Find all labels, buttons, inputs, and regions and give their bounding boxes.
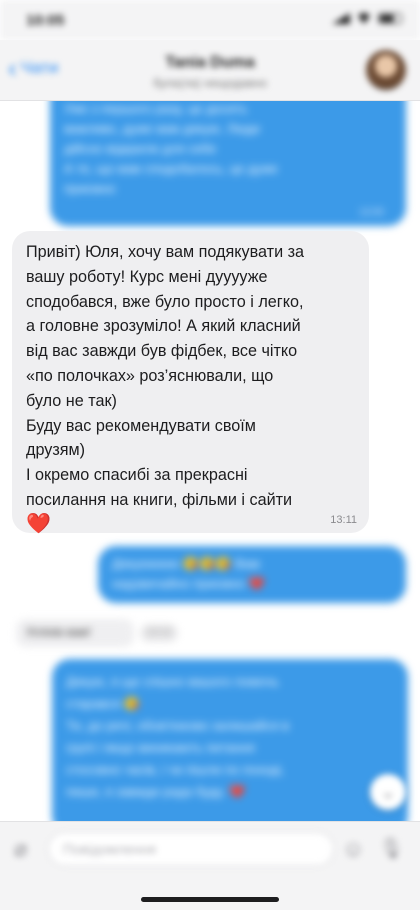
message-line: друзям) <box>26 441 86 460</box>
contact-name[interactable]: Tania Duma <box>0 54 420 72</box>
message-incoming[interactable]: Привіт) Юля, хочу вам подякувати за вашу… <box>12 231 371 535</box>
message-line: Буду вас рекомендувати своїм <box>26 416 256 435</box>
battery-icon <box>378 13 402 24</box>
message-input[interactable]: Повідомлення <box>48 832 334 866</box>
avatar[interactable] <box>366 50 406 90</box>
message-line: а головне зрозуміло! А який класний <box>26 317 301 336</box>
message-text: Привіт) Юля, хочу вам подякувати за вашу… <box>26 240 371 535</box>
message-incoming[interactable]: Успіхів вам! <box>16 619 134 647</box>
message-line: І окремо спасибі за прекрасні <box>26 466 248 485</box>
wifi-icon <box>356 13 372 24</box>
message-time: 13:05 <box>358 207 384 218</box>
home-indicator[interactable] <box>141 897 279 902</box>
message-line: посилання на книги, фільми і сайти <box>26 490 293 509</box>
message-text: Уже з першого разу, це досить важливо, д… <box>64 101 278 196</box>
message-line: було не так) <box>26 391 117 410</box>
message-time: 13:12 <box>140 624 178 642</box>
microphone-icon[interactable]: 🎙 <box>379 836 404 861</box>
message-text: Успіхів вам! <box>26 625 91 639</box>
signal-icon <box>332 13 350 24</box>
heart-icon: ❤️ <box>26 512 51 535</box>
message-text: Дякуюююю 😘😘😘 Вам надзвичайно приємно ❤️ <box>112 556 265 591</box>
message-input-placeholder: Повідомлення <box>63 841 156 857</box>
message-line: від вас завжди був фідбек, все чітко <box>26 342 298 361</box>
input-bar: ⌀ Повідомлення ☺ 🎙 <box>0 821 420 910</box>
chat-area[interactable]: Уже з першого разу, це досить важливо, д… <box>0 101 420 821</box>
chevron-down-icon: ⌄ <box>380 782 396 802</box>
message-outgoing[interactable]: Уже з першого разу, це досить важливо, д… <box>50 101 406 226</box>
chat-header: ‹ Чати Tania Duma була(ла) нещодавно <box>0 40 420 101</box>
status-time: 10:05 <box>26 12 65 29</box>
message-line: вашу роботу! Курс мені дууууже <box>26 267 268 286</box>
scroll-down-button[interactable]: ⌄ <box>370 774 406 810</box>
message-outgoing[interactable]: Дякуюююю 😘😘😘 Вам надзвичайно приємно ❤️ <box>98 546 406 603</box>
message-line: Привіт) Юля, хочу вам подякувати за <box>26 243 305 261</box>
message-line: «по полочках» роз’яснювали, що <box>26 366 274 385</box>
sticker-icon[interactable]: ☺ <box>342 836 364 862</box>
message-time: 13:11 <box>330 514 357 526</box>
status-icons <box>332 13 402 24</box>
status-bar: 10:05 <box>0 0 420 40</box>
contact-status: була(ла) нещодавно <box>153 76 267 90</box>
paperclip-icon[interactable]: ⌀ <box>14 836 27 862</box>
message-outgoing[interactable]: Дякую, я ще спішно вашого помочь старавс… <box>52 659 408 821</box>
message-text: Дякую, я ще спішно вашого помочь старавс… <box>66 674 290 799</box>
message-line: сподобався, вже було просто і легко, <box>26 292 304 311</box>
